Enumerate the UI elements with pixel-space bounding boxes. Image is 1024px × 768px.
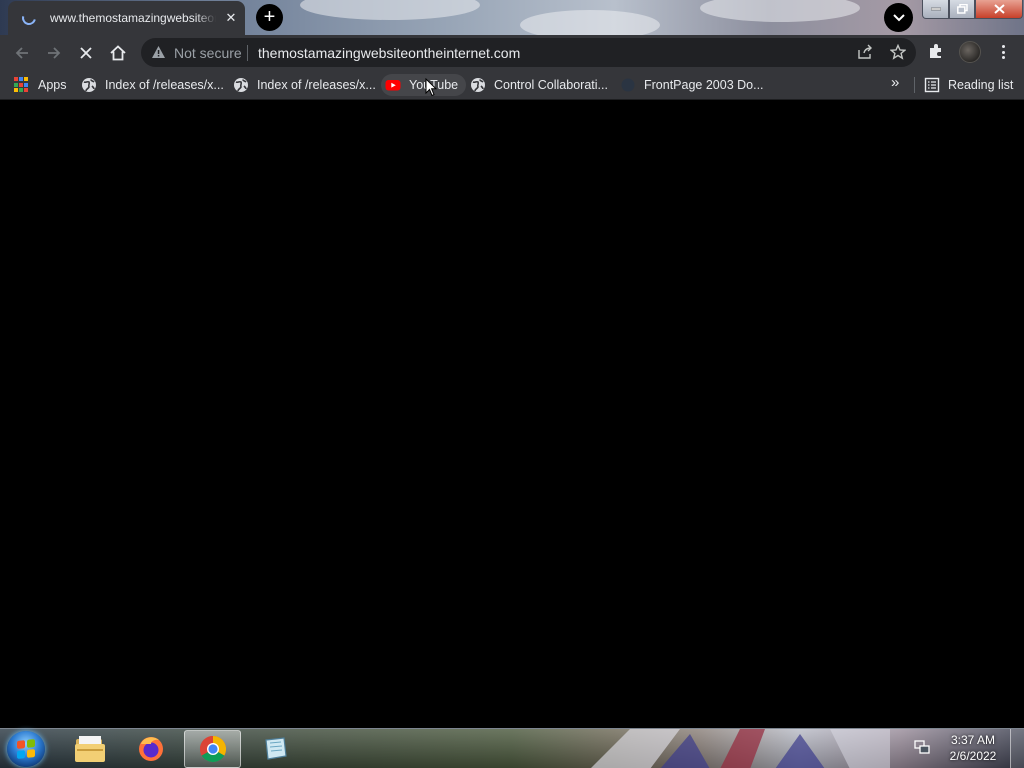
clock-time: 3:37 AM (950, 733, 996, 747)
browser-titlebar: www.themostamazingwebsiteontheinternet.c… (0, 0, 1024, 40)
reading-list-button[interactable]: Reading list (920, 74, 1017, 96)
window-controls (922, 0, 1023, 20)
back-button[interactable] (8, 39, 36, 67)
frontpage-icon (621, 78, 635, 92)
notepad-app-icon (264, 737, 287, 760)
tab-close-icon[interactable]: ✕ (223, 10, 239, 26)
bookmark-label: Control Collaborati... (494, 78, 608, 92)
bookmark-index-releases-2[interactable]: Index of /releases/x... (229, 74, 380, 96)
tab-search-button[interactable] (884, 3, 913, 32)
warning-triangle-icon[interactable] (151, 45, 166, 59)
globe-icon (471, 78, 485, 92)
minimize-button[interactable] (922, 0, 949, 19)
tab-title: www.themostamazingwebsiteontheinternet.c… (50, 11, 216, 25)
mouse-cursor-icon (425, 78, 437, 97)
close-window-button[interactable] (975, 0, 1023, 19)
bookmarks-overflow-chevron[interactable]: » (891, 74, 899, 91)
minimize-icon (930, 7, 941, 11)
youtube-icon (385, 80, 401, 91)
wallpaper-art (591, 729, 890, 768)
bookmark-frontpage-2003[interactable]: FrontPage 2003 Do... (616, 74, 768, 96)
back-arrow-icon (15, 47, 28, 59)
share-icon[interactable] (857, 44, 873, 60)
windows-taskbar: 3:37 AM 2/6/2022 (0, 728, 1024, 768)
bookmark-index-releases-1[interactable]: Index of /releases/x... (77, 74, 228, 96)
bookmark-label: FrontPage 2003 Do... (644, 78, 764, 92)
taskbar-firefox[interactable] (122, 730, 179, 768)
chevron-down-icon (892, 13, 905, 21)
home-icon (110, 45, 126, 61)
restore-icon (956, 4, 968, 14)
chrome-icon (199, 735, 226, 763)
browser-menu-icon[interactable] (995, 43, 1011, 61)
bookmark-label: Index of /releases/x... (105, 78, 224, 92)
windows-logo-icon (17, 739, 35, 759)
bookmark-apps[interactable]: Apps (10, 74, 71, 96)
security-status-label[interactable]: Not secure (174, 45, 242, 61)
home-button[interactable] (104, 39, 132, 67)
globe-icon (234, 78, 248, 92)
file-explorer-icon (74, 736, 105, 762)
address-bar[interactable]: Not secure themostamazingwebsiteontheint… (141, 38, 916, 67)
profile-avatar[interactable] (959, 41, 981, 63)
new-tab-button[interactable]: + (256, 4, 283, 31)
show-desktop-button[interactable] (1010, 729, 1024, 768)
taskbar-file-explorer[interactable] (61, 730, 118, 768)
restore-button[interactable] (949, 0, 975, 19)
taskbar-app[interactable] (246, 730, 303, 768)
globe-icon (82, 78, 96, 92)
bookmarks-divider (914, 77, 915, 93)
forward-button[interactable] (40, 39, 68, 67)
omnibox-divider (247, 45, 248, 61)
clock-date: 2/6/2022 (949, 749, 997, 763)
bookmark-star-icon[interactable] (890, 44, 906, 60)
stop-loading-button[interactable] (72, 39, 100, 67)
firefox-icon (138, 737, 163, 761)
browser-toolbar: Not secure themostamazingwebsiteontheint… (0, 35, 1024, 69)
taskbar-clock[interactable]: 3:37 AM 2/6/2022 (940, 732, 1006, 764)
bookmarks-bar: Apps Index of /releases/x... Index of /r… (0, 69, 1024, 100)
reading-list-icon (924, 77, 940, 93)
bookmark-control-collaboration[interactable]: Control Collaborati... (466, 74, 612, 96)
reading-list-label: Reading list (948, 78, 1014, 92)
forward-arrow-icon (48, 47, 61, 59)
loading-spinner-icon (19, 8, 39, 28)
url-text[interactable]: themostamazingwebsiteontheinternet.com (258, 45, 520, 61)
page-content-area[interactable] (0, 101, 1024, 728)
start-button[interactable] (7, 731, 45, 767)
active-tab[interactable]: www.themostamazingwebsiteontheinternet.c… (8, 1, 245, 35)
apps-grid-icon (14, 77, 30, 93)
bookmark-label: Apps (38, 78, 67, 92)
taskbar-chrome[interactable] (184, 730, 241, 768)
bookmark-label: Index of /releases/x... (257, 78, 376, 92)
network-icon[interactable] (914, 739, 930, 755)
extensions-puzzle-icon[interactable] (927, 42, 945, 60)
stop-x-icon (80, 47, 92, 59)
screen: www.themostamazingwebsiteontheinternet.c… (0, 0, 1024, 768)
bookmark-youtube[interactable]: YouTube (381, 74, 467, 96)
close-icon (993, 4, 1005, 14)
